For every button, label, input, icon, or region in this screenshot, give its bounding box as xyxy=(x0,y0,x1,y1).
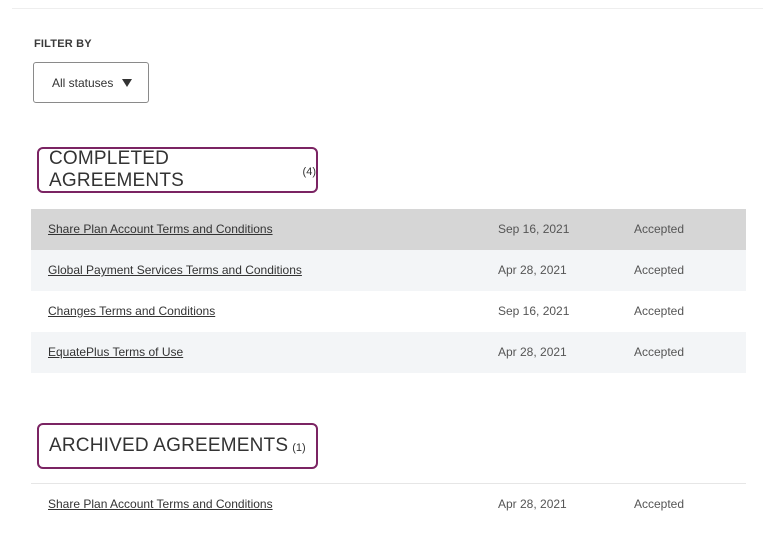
agreement-date: Sep 16, 2021 xyxy=(498,304,570,318)
agreement-status: Accepted xyxy=(634,345,685,359)
agreement-status: Accepted xyxy=(634,222,685,236)
top-divider xyxy=(12,8,763,9)
table-row[interactable]: Share Plan Account Terms and Conditions … xyxy=(31,484,746,525)
agreement-link[interactable]: Global Payment Services Terms and Condit… xyxy=(48,263,302,277)
section-title: ARCHIVED AGREEMENTS xyxy=(49,435,289,456)
agreement-link[interactable]: Share Plan Account Terms and Conditions xyxy=(48,497,273,511)
agreement-link[interactable]: EquatePlus Terms of Use xyxy=(48,345,183,359)
agreement-date: Apr 28, 2021 xyxy=(498,497,567,511)
table-row[interactable]: Share Plan Account Terms and Conditions … xyxy=(31,209,746,250)
agreement-link[interactable]: Share Plan Account Terms and Conditions xyxy=(48,222,273,236)
section-count: (4) xyxy=(302,166,316,178)
agreement-date: Apr 28, 2021 xyxy=(498,345,567,359)
agreement-date: Sep 16, 2021 xyxy=(498,222,570,236)
agreement-status: Accepted xyxy=(634,497,685,511)
completed-agreements-table: Share Plan Account Terms and Conditions … xyxy=(31,209,746,373)
agreement-date: Apr 28, 2021 xyxy=(498,263,567,277)
status-filter-dropdown[interactable]: All statuses xyxy=(33,62,149,103)
archived-agreements-table: Share Plan Account Terms and Conditions … xyxy=(31,483,746,525)
archived-agreements-heading: ARCHIVED AGREEMENTS (1) xyxy=(37,423,318,469)
filter-label: FILTER BY xyxy=(34,38,92,50)
table-row[interactable]: EquatePlus Terms of Use Apr 28, 2021 Acc… xyxy=(31,332,746,373)
section-count: (1) xyxy=(292,442,306,454)
agreement-status: Accepted xyxy=(634,263,685,277)
agreement-link[interactable]: Changes Terms and Conditions xyxy=(48,304,215,318)
completed-agreements-heading: COMPLETED AGREEMENTS (4) xyxy=(37,147,318,193)
caret-down-icon xyxy=(122,78,133,87)
status-filter-value: All statuses xyxy=(52,75,114,90)
section-title: COMPLETED AGREEMENTS xyxy=(49,148,185,191)
agreement-status: Accepted xyxy=(634,304,685,318)
table-row[interactable]: Changes Terms and Conditions Sep 16, 202… xyxy=(31,291,746,332)
table-row[interactable]: Global Payment Services Terms and Condit… xyxy=(31,250,746,291)
